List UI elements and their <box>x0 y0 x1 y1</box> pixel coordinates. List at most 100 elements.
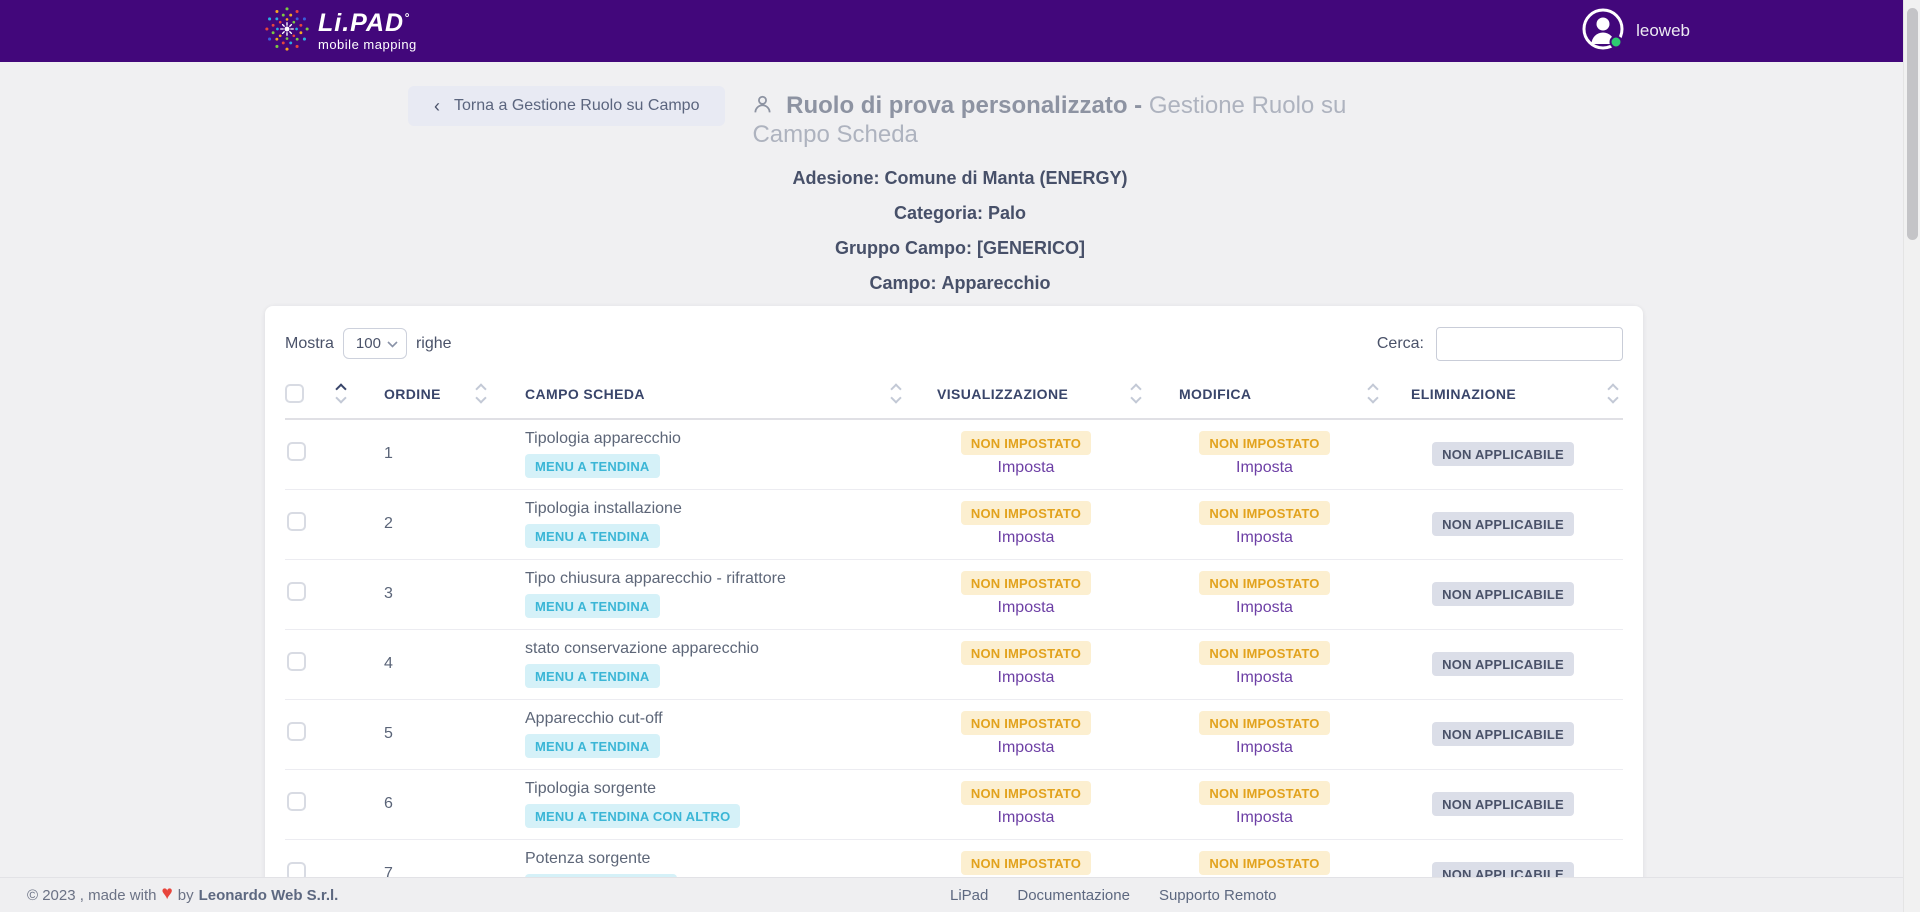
row-checkbox[interactable] <box>287 512 306 531</box>
visualizzazione-badge: NON IMPOSTATO <box>961 431 1091 455</box>
search-label: Cerca: <box>1377 335 1424 353</box>
select-all-checkbox[interactable] <box>285 384 304 403</box>
context-info: Adesione: Comune di Manta (ENERGY) Categ… <box>0 166 1920 295</box>
table-row: 2 Tipologia installazione MENU A TENDINA… <box>285 489 1623 559</box>
column-header-ordine[interactable]: ORDINE <box>351 386 441 402</box>
field-name: Potenza sorgente <box>525 850 906 868</box>
company-name: Leonardo Web S.r.l. <box>199 887 339 904</box>
modifica-imposta-link[interactable]: Imposta <box>1236 599 1293 617</box>
eliminazione-badge: NON APPLICABILE <box>1432 652 1574 676</box>
modifica-badge: NON IMPOSTATO <box>1199 851 1329 875</box>
field-type-badge: MENU A TENDINA <box>525 594 660 618</box>
column-header-campo-scheda[interactable]: CAMPO SCHEDA <box>491 386 645 402</box>
row-checkbox[interactable] <box>287 652 306 671</box>
visualizzazione-badge: NON IMPOSTATO <box>961 501 1091 525</box>
visualizzazione-imposta-link[interactable]: Imposta <box>998 669 1055 687</box>
scrollbar-thumb[interactable] <box>1907 8 1918 240</box>
logo-title: Li.PAD° <box>318 11 417 36</box>
visualizzazione-imposta-link[interactable]: Imposta <box>998 599 1055 617</box>
sort-control-modifica[interactable] <box>1369 385 1383 402</box>
visualizzazione-imposta-link[interactable]: Imposta <box>998 739 1055 757</box>
table-row: 1 Tipologia apparecchio MENU A TENDINA N… <box>285 419 1623 489</box>
modifica-badge: NON IMPOSTATO <box>1199 571 1329 595</box>
modifica-badge: NON IMPOSTATO <box>1199 431 1329 455</box>
column-header-visualizzazione[interactable]: VISUALIZZAZIONE <box>906 386 1068 402</box>
modifica-imposta-link[interactable]: Imposta <box>1236 529 1293 547</box>
modifica-imposta-link[interactable]: Imposta <box>1236 739 1293 757</box>
person-icon <box>752 94 780 121</box>
row-checkbox[interactable] <box>287 442 306 461</box>
column-header-modifica[interactable]: MODIFICA <box>1146 386 1251 402</box>
rows-suffix-label: righe <box>416 335 452 353</box>
vertical-scrollbar[interactable] <box>1903 0 1920 912</box>
page-title-strong: Ruolo di prova personalizzato - <box>786 92 1142 119</box>
eliminazione-badge: NON APPLICABILE <box>1432 792 1574 816</box>
sort-desc-icon <box>1367 392 1378 403</box>
info-adesione: Adesione: Comune di Manta (ENERGY) <box>0 166 1920 190</box>
info-gruppo-campo: Gruppo Campo: [GENERICO] <box>0 236 1920 260</box>
modifica-badge: NON IMPOSTATO <box>1199 711 1329 735</box>
back-button-label: Torna a Gestione Ruolo su Campo <box>454 97 699 115</box>
eliminazione-badge: NON APPLICABILE <box>1432 582 1574 606</box>
row-order: 6 <box>384 795 393 812</box>
sort-control-checkbox[interactable] <box>337 385 351 402</box>
row-checkbox[interactable] <box>287 582 306 601</box>
field-type-badge: MENU A TENDINA <box>525 664 660 688</box>
avatar <box>1581 7 1625 56</box>
field-type-badge: MENU A TENDINA <box>525 734 660 758</box>
online-status-dot <box>1611 36 1622 47</box>
back-button[interactable]: ‹ Torna a Gestione Ruolo su Campo <box>408 86 725 126</box>
column-header-eliminazione[interactable]: ELIMINAZIONE <box>1383 386 1516 402</box>
footer: © 2023 , made with ♥ by Leonardo Web S.r… <box>0 877 1920 912</box>
sort-control-eliminazione[interactable] <box>1609 385 1623 402</box>
sort-control-ordine[interactable] <box>477 385 491 402</box>
footer-link-documentazione[interactable]: Documentazione <box>1017 887 1130 904</box>
field-name: Tipologia installazione <box>525 500 906 518</box>
modifica-imposta-link[interactable]: Imposta <box>1236 459 1293 477</box>
table-card: Mostra 100 righe Cerca: <box>265 306 1643 912</box>
row-order: 5 <box>384 725 393 742</box>
row-checkbox[interactable] <box>287 722 306 741</box>
table-row: 6 Tipologia sorgente MENU A TENDINA CON … <box>285 769 1623 839</box>
sort-control-visualizzazione[interactable] <box>1132 385 1146 402</box>
lipad-logo[interactable]: Li.PAD° mobile mapping <box>264 6 417 57</box>
field-type-badge: MENU A TENDINA <box>525 524 660 548</box>
footer-link-lipad[interactable]: LiPad <box>950 887 988 904</box>
chevron-down-icon <box>387 335 398 352</box>
modifica-imposta-link[interactable]: Imposta <box>1236 669 1293 687</box>
visualizzazione-badge: NON IMPOSTATO <box>961 781 1091 805</box>
page-title: Ruolo di prova personalizzato - Gestione… <box>752 86 1400 149</box>
field-name: Tipologia sorgente <box>525 780 906 798</box>
sort-desc-icon <box>890 392 901 403</box>
visualizzazione-imposta-link[interactable]: Imposta <box>998 809 1055 827</box>
sort-desc-icon <box>335 392 346 403</box>
search-input[interactable] <box>1436 327 1623 361</box>
field-type-badge: MENU A TENDINA CON ALTRO <box>525 804 740 828</box>
visualizzazione-badge: NON IMPOSTATO <box>961 711 1091 735</box>
row-checkbox[interactable] <box>287 792 306 811</box>
table-header-row: ORDINE CAMPO SCHEDA <box>285 369 1623 419</box>
visualizzazione-imposta-link[interactable]: Imposta <box>998 459 1055 477</box>
field-name: Tipo chiusura apparecchio - rifrattore <box>525 570 906 588</box>
sort-desc-icon <box>1130 392 1141 403</box>
user-menu[interactable]: leoweb <box>1581 7 1690 56</box>
visualizzazione-imposta-link[interactable]: Imposta <box>998 529 1055 547</box>
sort-desc-icon <box>1607 392 1618 403</box>
sort-control-campo-scheda[interactable] <box>892 385 906 402</box>
visualizzazione-badge: NON IMPOSTATO <box>961 641 1091 665</box>
modifica-badge: NON IMPOSTATO <box>1199 501 1329 525</box>
field-name: stato conservazione apparecchio <box>525 640 906 658</box>
table-row: 4 stato conservazione apparecchio MENU A… <box>285 629 1623 699</box>
page-size-select[interactable]: 100 <box>343 328 407 359</box>
fields-table: ORDINE CAMPO SCHEDA <box>285 369 1623 910</box>
eliminazione-badge: NON APPLICABILE <box>1432 722 1574 746</box>
table-row: 5 Apparecchio cut-off MENU A TENDINA NON… <box>285 699 1623 769</box>
modifica-badge: NON IMPOSTATO <box>1199 641 1329 665</box>
field-name: Tipologia apparecchio <box>525 430 906 448</box>
row-order: 2 <box>384 515 393 532</box>
modifica-imposta-link[interactable]: Imposta <box>1236 809 1293 827</box>
footer-link-supporto-remoto[interactable]: Supporto Remoto <box>1159 887 1277 904</box>
modifica-badge: NON IMPOSTATO <box>1199 781 1329 805</box>
row-order: 4 <box>384 655 393 672</box>
info-categoria: Categoria: Palo <box>0 201 1920 225</box>
